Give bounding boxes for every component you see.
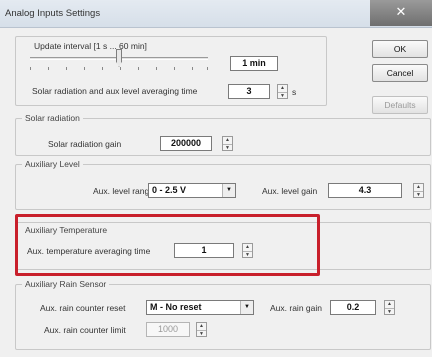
aux-rain-reset-value: M - No reset xyxy=(150,302,202,312)
solar-gain-label: Solar radiation gain xyxy=(48,139,122,149)
aux-rain-reset-label: Aux. rain counter reset xyxy=(40,303,126,313)
update-interval-label: Update interval [1 s ... 60 min] xyxy=(34,41,147,51)
averaging-time-unit: s xyxy=(292,87,297,97)
solar-gain-input[interactable]: 200000 xyxy=(160,136,212,151)
averaging-time-input[interactable]: 3 xyxy=(228,84,270,99)
aux-level-title: Auxiliary Level xyxy=(22,159,83,169)
highlight-box xyxy=(15,214,320,276)
aux-rain-group: Auxiliary Rain Sensor xyxy=(15,279,431,350)
defaults-button[interactable]: Defaults xyxy=(372,96,428,114)
spin-down-icon: ▼ xyxy=(278,91,287,98)
aux-rain-gain-spinner[interactable]: ▲ ▼ xyxy=(384,300,395,315)
chevron-down-icon[interactable]: ▼ xyxy=(222,184,235,197)
ok-button[interactable]: OK xyxy=(372,40,428,58)
solar-gain-spinner[interactable]: ▲ ▼ xyxy=(222,136,233,151)
title-bar: Analog Inputs Settings ✕ xyxy=(0,0,432,28)
aux-level-range-label: Aux. level range xyxy=(93,186,154,196)
cancel-button[interactable]: Cancel xyxy=(372,64,428,82)
spin-down-icon: ▼ xyxy=(385,307,394,314)
averaging-time-spinner[interactable]: ▲ ▼ xyxy=(277,84,288,99)
aux-rain-limit-spinner[interactable]: ▲ ▼ xyxy=(196,322,207,337)
update-interval-value[interactable]: 1 min xyxy=(230,56,278,71)
aux-level-range-select[interactable]: 0 - 2.5 V ▼ xyxy=(148,183,236,198)
slider-ticks xyxy=(30,67,208,70)
aux-level-gain-input[interactable]: 4.3 xyxy=(328,183,402,198)
aux-rain-reset-select[interactable]: M - No reset ▼ xyxy=(146,300,254,315)
spin-down-icon: ▼ xyxy=(223,143,232,150)
aux-rain-gain-label: Aux. rain gain xyxy=(270,303,322,313)
aux-level-gain-spinner[interactable]: ▲ ▼ xyxy=(413,183,424,198)
spin-down-icon: ▼ xyxy=(197,329,206,336)
aux-level-range-value: 0 - 2.5 V xyxy=(152,185,187,195)
analog-inputs-dialog: Analog Inputs Settings ✕ Update interval… xyxy=(0,0,432,357)
aux-rain-limit-input[interactable]: 1000 xyxy=(146,322,190,337)
spin-down-icon: ▼ xyxy=(414,190,423,197)
window-title: Analog Inputs Settings xyxy=(5,8,101,19)
solar-radiation-title: Solar radiation xyxy=(22,113,83,123)
aux-level-gain-label: Aux. level gain xyxy=(262,186,318,196)
close-icon: ✕ xyxy=(395,4,407,19)
aux-rain-limit-label: Aux. rain counter limit xyxy=(44,325,126,335)
close-button[interactable]: ✕ xyxy=(370,0,432,26)
aux-rain-gain-input[interactable]: 0.2 xyxy=(330,300,376,315)
averaging-time-label: Solar radiation and aux level averaging … xyxy=(32,86,198,96)
aux-rain-title: Auxiliary Rain Sensor xyxy=(22,279,110,289)
chevron-down-icon[interactable]: ▼ xyxy=(240,301,253,314)
